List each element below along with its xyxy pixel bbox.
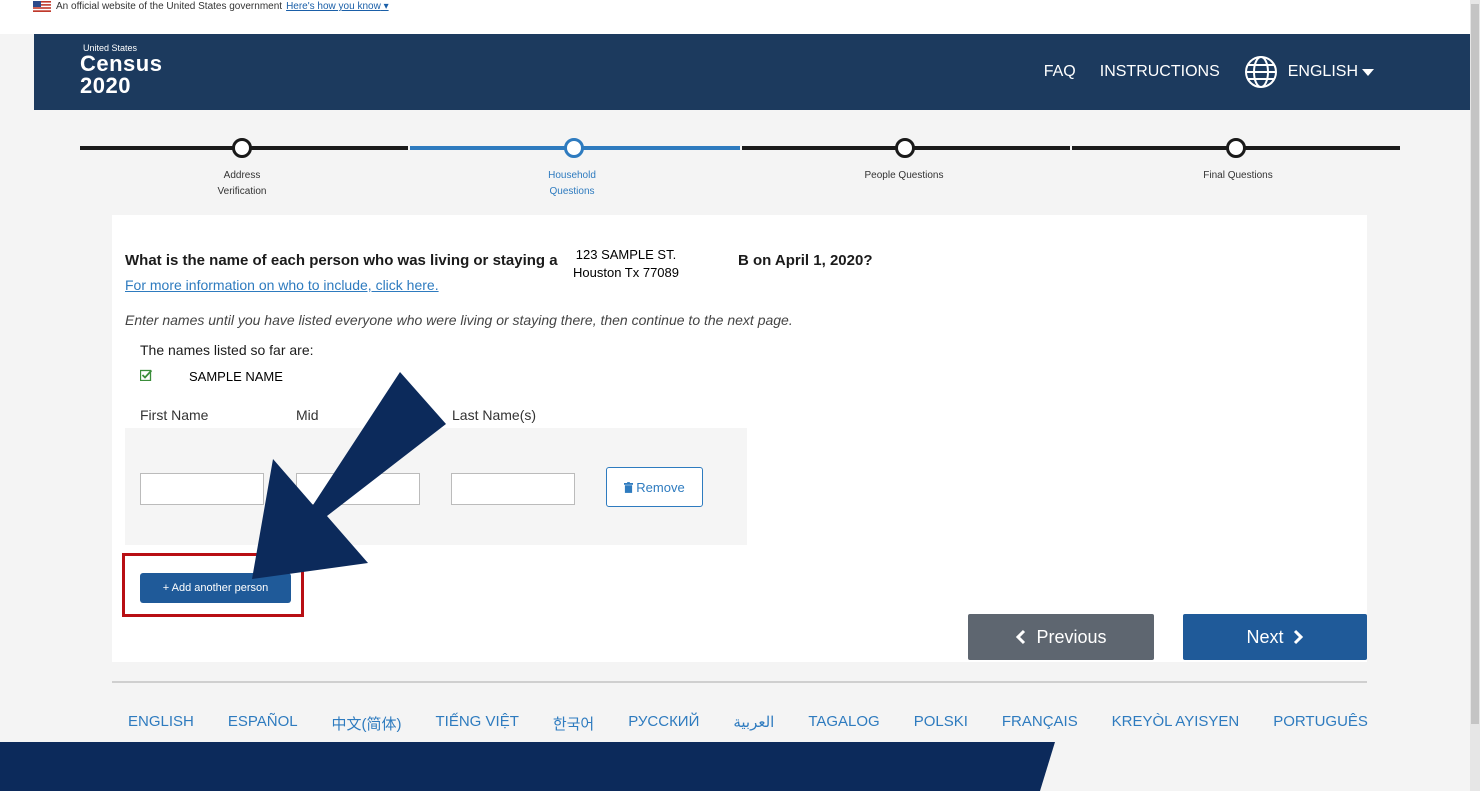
highlight-box — [122, 553, 304, 617]
logo-year: 2020 — [80, 73, 131, 98]
step-node-final — [1226, 138, 1246, 158]
bottom-banner-shape — [0, 742, 1055, 791]
last-name-input[interactable] — [451, 473, 575, 505]
remove-button[interactable]: Remove — [606, 467, 703, 507]
language-selector-label: ENGLISH — [1287, 63, 1358, 80]
gov-banner-text: An official website of the United States… — [56, 0, 389, 14]
caret-down-icon — [1362, 68, 1374, 76]
footer-divider — [112, 681, 1367, 683]
step-label-household-line2: Questions — [549, 186, 595, 197]
step-label-household: Household Questions — [502, 168, 642, 200]
lang-link-tagalog[interactable]: TAGALOG — [808, 713, 879, 734]
step-label-address-line2: Verification — [217, 186, 267, 197]
progress-steps: Address Verification Household Questions… — [0, 110, 1470, 215]
us-flag-icon — [33, 1, 51, 12]
heres-how-you-know-link[interactable]: Here's how you know ▾ — [286, 1, 389, 12]
lang-link-japanese[interactable]: 日本語 — [706, 758, 751, 779]
step-label-address-line1: Address — [223, 170, 261, 181]
census-2020-logo[interactable]: United States Census 2020 — [80, 44, 162, 97]
lang-link-arabic[interactable]: العربية — [733, 713, 774, 734]
nav-faq[interactable]: FAQ — [1044, 63, 1076, 81]
gov-banner: An official website of the United States… — [0, 0, 1470, 34]
step-node-household — [564, 138, 584, 158]
nav-instructions[interactable]: INSTRUCTIONS — [1100, 63, 1220, 81]
language-links: ENGLISH ESPAÑOL 中文(简体) TIẾNG VIỆT 한국어 РУ… — [128, 713, 1368, 734]
lang-link-vietnamese[interactable]: TIẾNG VIỆT — [436, 713, 519, 734]
globe-icon — [1244, 56, 1277, 88]
step-node-address — [232, 138, 252, 158]
lang-link-espanol[interactable]: ESPAÑOL — [228, 713, 298, 734]
listed-name: SAMPLE NAME — [189, 369, 283, 384]
header-nav: FAQ INSTRUCTIONS ENGLISH — [1044, 34, 1470, 110]
names-heading: The names listed so far are: — [140, 342, 314, 358]
col-middle-name: Mid — [296, 407, 319, 423]
logo-census: Census — [80, 51, 163, 76]
address-line2: Houston Tx 77089 — [573, 265, 679, 280]
scrollbar[interactable] — [1470, 0, 1480, 791]
lang-link-french[interactable]: FRANÇAIS — [1002, 713, 1078, 734]
heres-how-you-know-label: Here's how you know — [286, 1, 381, 12]
col-last-name: Last Name(s) — [452, 407, 537, 423]
instructions-text: Enter names until you have listed everyo… — [125, 312, 793, 328]
chevron-left-icon — [1016, 629, 1026, 645]
next-label: Next — [1246, 626, 1284, 647]
middle-name-input[interactable] — [296, 473, 420, 505]
previous-button[interactable]: Previous — [968, 614, 1154, 660]
scrollbar-thumb[interactable] — [1471, 4, 1479, 724]
question-text-end: B on April 1, 2020? — [738, 252, 873, 269]
more-info-link[interactable]: For more information on who to include, … — [125, 277, 439, 293]
site-header: United States Census 2020 FAQ INSTRUCTIO… — [34, 34, 1470, 110]
address-overlay: 123 SAMPLE ST. Houston Tx 77089 — [567, 246, 685, 282]
lang-link-english[interactable]: ENGLISH — [128, 713, 194, 734]
name-entry-row: Remove — [125, 428, 747, 545]
gov-banner-label: An official website of the United States… — [56, 1, 283, 12]
lang-link-chinese[interactable]: 中文(简体) — [332, 713, 402, 734]
col-first-name: First Name — [140, 407, 209, 423]
step-label-final-line1: Final Questions — [1203, 170, 1273, 181]
trash-icon — [624, 481, 634, 493]
question-text: What is the name of each person who was … — [125, 252, 558, 269]
step-label-household-line1: Household — [548, 170, 596, 181]
step-label-people-line1: People Questions — [864, 170, 944, 181]
step-node-people — [895, 138, 915, 158]
next-button[interactable]: Next — [1183, 614, 1367, 660]
lang-link-portuguese[interactable]: PORTUGUÊS — [1273, 713, 1368, 734]
address-line1: 123 SAMPLE ST. — [575, 247, 677, 262]
step-label-final: Final Questions — [1168, 168, 1308, 184]
step-label-people: People Questions — [834, 168, 974, 184]
lang-link-polish[interactable]: POLSKI — [914, 713, 968, 734]
checkbox-checked-icon — [140, 369, 152, 381]
lang-link-haitian-creole[interactable]: KREYÒL AYISYEN — [1112, 713, 1240, 734]
remove-label: Remove — [636, 479, 685, 495]
previous-label: Previous — [1036, 626, 1107, 647]
chevron-right-icon — [1293, 629, 1303, 645]
lang-link-korean[interactable]: 한국어 — [553, 713, 594, 734]
language-selector[interactable]: ENGLISH — [1288, 63, 1374, 81]
lang-link-russian[interactable]: РУССКИЙ — [628, 713, 699, 734]
step-label-address: Address Verification — [172, 168, 312, 200]
first-name-input[interactable] — [140, 473, 264, 505]
